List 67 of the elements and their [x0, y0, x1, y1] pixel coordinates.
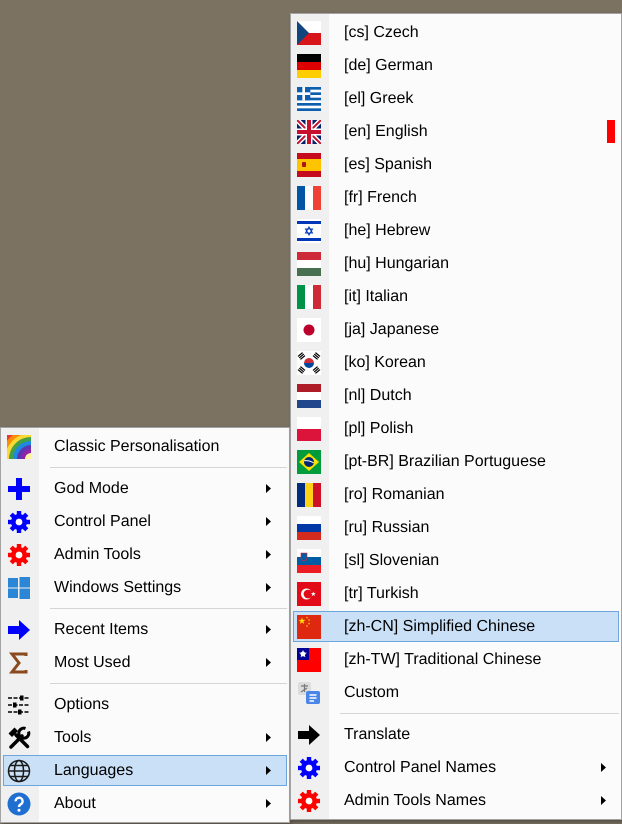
help-icon [7, 792, 31, 816]
sliders-icon [7, 692, 31, 716]
dutch-flag-icon [297, 384, 321, 408]
menu-item[interactable]: [de] German [293, 50, 619, 81]
menu-item[interactable]: [zh-TW] Traditional Chinese [293, 644, 619, 675]
turkish-flag-icon [297, 582, 321, 606]
menu-item[interactable]: Languages [3, 755, 287, 786]
arrow-right-icon [297, 722, 321, 746]
menu-item[interactable]: Most Used [3, 647, 287, 678]
menu-item[interactable]: [pl] Polish [293, 413, 619, 444]
japanese-flag-icon [297, 318, 321, 342]
menu-item[interactable]: [it] Italian [293, 281, 619, 312]
menu-item[interactable]: Options [3, 689, 287, 720]
menu-item[interactable]: [pt-BR] Brazilian Portuguese [293, 446, 619, 477]
menu-item[interactable]: Windows Settings [3, 572, 287, 603]
gear-icon [297, 788, 321, 812]
menu-item[interactable]: [fr] French [293, 182, 619, 213]
taiwanese-flag-icon [297, 648, 321, 672]
french-flag-icon [297, 186, 321, 210]
hungarian-flag-icon [297, 252, 321, 276]
menu-item[interactable]: Control Panel Names [293, 752, 619, 783]
menu-item[interactable]: [en] English [293, 116, 619, 147]
menu-item[interactable]: [sl] Slovenian [293, 545, 619, 576]
brazilian-flag-icon [297, 450, 321, 474]
menu-item[interactable]: [ru] Russian [293, 512, 619, 543]
menu-item[interactable]: [nl] Dutch [293, 380, 619, 411]
israeli-flag-icon [297, 218, 321, 242]
italian-flag-icon [297, 284, 321, 308]
gear-icon [297, 756, 321, 780]
menu-item[interactable]: Tools [3, 722, 287, 753]
menu-item[interactable]: God Mode [3, 473, 287, 504]
translate-icon [297, 680, 321, 704]
menu-item[interactable]: [he] Hebrew [293, 215, 619, 246]
arrow-right-icon [7, 618, 31, 642]
menu-item[interactable]: Admin Tools Names [293, 785, 619, 816]
menu-item[interactable]: Admin Tools [3, 539, 287, 570]
menu-item[interactable]: Custom [293, 677, 619, 708]
menu-item[interactable]: Control Panel [3, 506, 287, 537]
four-panes-icon [7, 576, 31, 600]
spanish-flag-icon [297, 152, 321, 176]
korean-flag-icon [297, 350, 321, 374]
menu-item[interactable]: [ja] Japanese [293, 314, 619, 345]
czech-flag-icon [297, 20, 321, 44]
gear-icon [7, 510, 31, 534]
menu-item[interactable]: Recent Items [3, 614, 287, 645]
union-jack-flag-icon [297, 120, 321, 144]
romanian-flag-icon [297, 482, 321, 506]
polish-flag-icon [297, 416, 321, 440]
menu-item[interactable]: About [3, 788, 287, 819]
german-flag-icon [297, 54, 321, 78]
plus-icon [7, 476, 31, 500]
tools-icon [7, 726, 31, 750]
menu-item[interactable]: [cs] Czech [293, 17, 619, 48]
menu-item[interactable]: [es] Spanish [293, 149, 619, 180]
globe-icon [7, 758, 31, 782]
gear-icon [7, 542, 31, 566]
menu-item[interactable]: [hu] Hungarian [293, 248, 619, 279]
menu-item[interactable]: [ro] Romanian [293, 479, 619, 510]
menu-item[interactable]: [zh-CN] Simplified Chinese [293, 611, 619, 642]
slovenian-flag-icon [297, 548, 321, 572]
greek-flag-icon [297, 86, 321, 110]
menu-item[interactable]: [tr] Turkish [293, 578, 619, 609]
russian-flag-icon [297, 516, 321, 540]
menu-item[interactable]: [ko] Korean [293, 347, 619, 378]
menu-item[interactable]: Translate [293, 719, 619, 750]
menu-item[interactable]: [el] Greek [293, 83, 619, 114]
chinese-flag-icon [297, 614, 321, 638]
